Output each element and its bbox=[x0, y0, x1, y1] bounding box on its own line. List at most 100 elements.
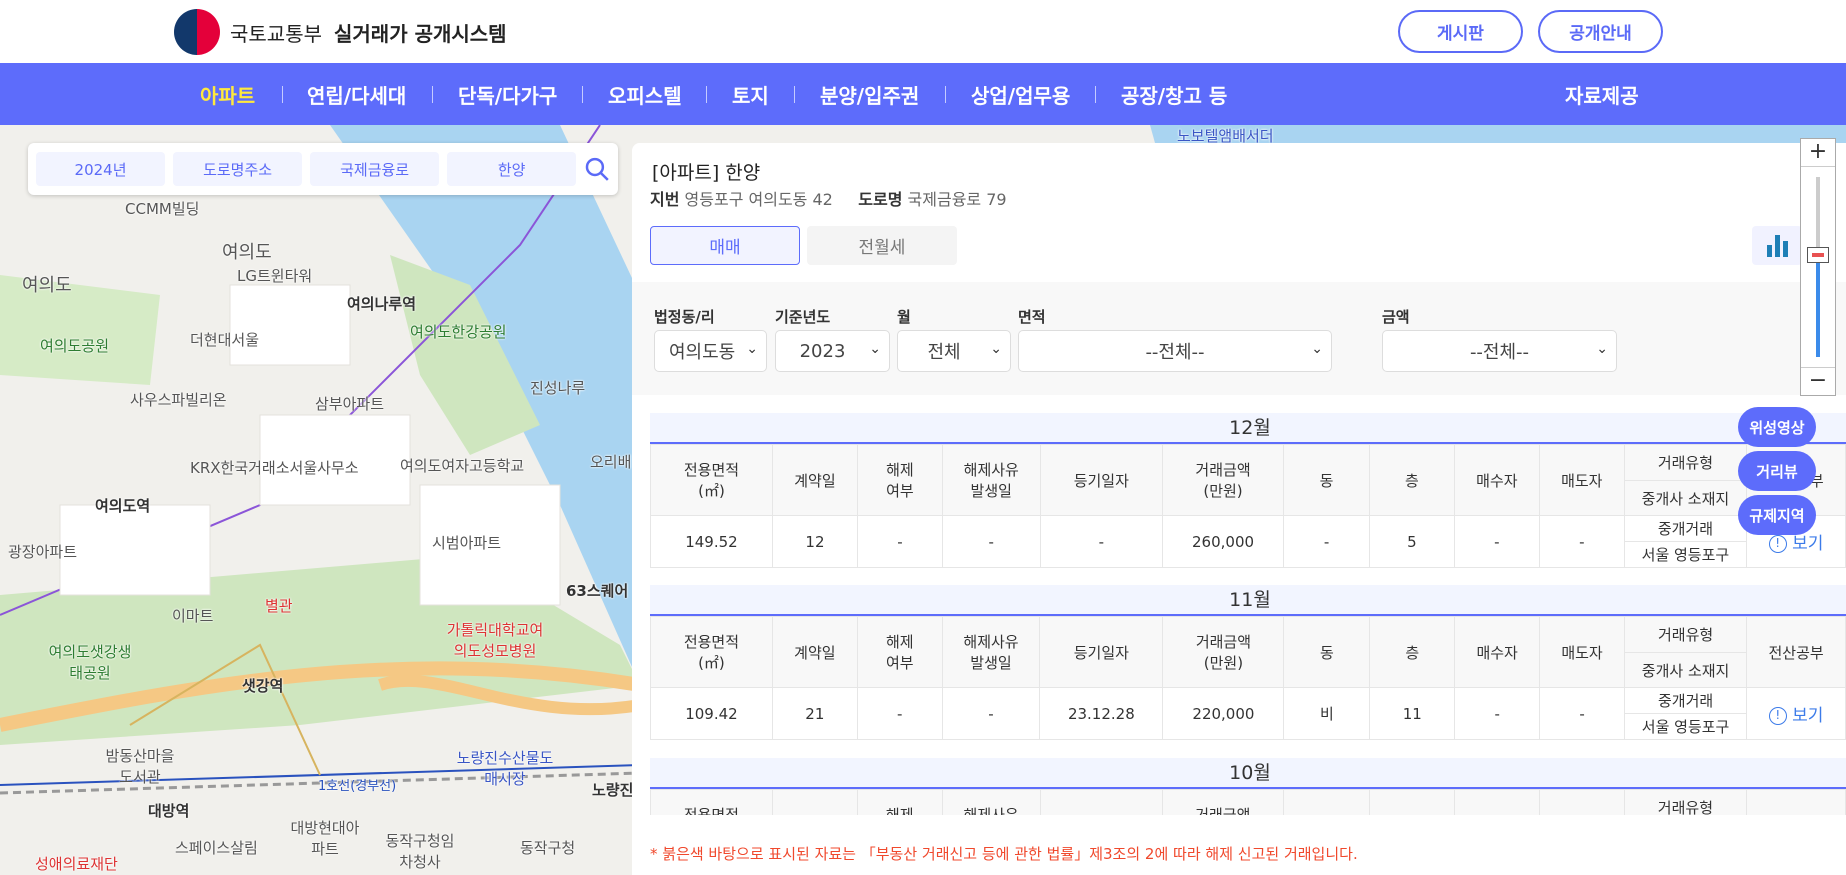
property-address: 지번 영등포구 여의도동 42 도로명 국제금융로 79 bbox=[650, 186, 1007, 210]
column-header: 전용면적 (㎡) bbox=[650, 616, 773, 688]
column-header: 등기일자 bbox=[1039, 444, 1163, 516]
property-card: [아파트] 한양 지번 영등포구 여의도동 42 도로명 국제금융로 79 매매… bbox=[632, 143, 1846, 282]
map-label: 삼부아파트 bbox=[315, 395, 385, 413]
column-header: 계약일 bbox=[771, 616, 858, 688]
zoom-in-button[interactable]: + bbox=[1801, 139, 1835, 167]
search-icon[interactable] bbox=[584, 156, 610, 182]
nav-presale[interactable]: 분양/입주권 bbox=[820, 80, 919, 109]
cell-reg: 23.12.28 bbox=[1039, 687, 1164, 740]
month-value: 전체 bbox=[927, 342, 961, 363]
road-chip[interactable]: 국제금융로 bbox=[310, 152, 440, 186]
month-select[interactable]: 전체 ⌄ bbox=[897, 330, 1011, 372]
nav-divider bbox=[1095, 86, 1096, 103]
year-value: 2023 bbox=[799, 340, 846, 362]
table-clip: 전용면적 (㎡)계약일해제 여부해제사유 발생일등기일자거래금액 (만원)동층매… bbox=[632, 789, 1846, 815]
satellite-button[interactable]: 위성영상 bbox=[1738, 407, 1816, 447]
tab-lease[interactable]: 전월세 bbox=[807, 226, 957, 265]
block bbox=[229, 284, 351, 366]
month-header: 10월 bbox=[650, 758, 1846, 789]
map-label: 광장아파트 bbox=[8, 543, 78, 561]
road-value: 국제금융로 79 bbox=[907, 190, 1007, 209]
info-icon: ! bbox=[1768, 535, 1787, 553]
cell-price: 260,000 bbox=[1161, 515, 1285, 568]
nav-detached[interactable]: 단독/다가구 bbox=[458, 80, 557, 109]
column-header: 동 bbox=[1283, 444, 1370, 516]
complex-chip[interactable]: 한양 bbox=[447, 152, 577, 186]
chevron-down-icon: ⌄ bbox=[1311, 341, 1323, 357]
guide-button[interactable]: 공개안내 bbox=[1538, 10, 1663, 53]
cancellation-note: * 붉은색 바탕으로 표시된 자료는 「부동산 거래신고 등에 관한 법률」제3… bbox=[650, 845, 1358, 863]
nav-data-provision[interactable]: 자료제공 bbox=[1565, 80, 1639, 109]
column-header: 전산공부 bbox=[1746, 616, 1846, 688]
view-label: 보기 bbox=[1792, 706, 1824, 726]
org-name: 국토교통부 bbox=[230, 22, 322, 46]
system-name: 실거래가 공개시스템 bbox=[334, 22, 507, 46]
zoom-slider-handle[interactable] bbox=[1807, 247, 1829, 263]
chevron-down-icon: ⌄ bbox=[869, 341, 881, 357]
nav-factory[interactable]: 공장/창고 등 bbox=[1121, 80, 1227, 109]
filter-label-area: 면적 bbox=[1018, 308, 1046, 326]
column-header: 전용면적 (㎡) bbox=[650, 789, 773, 815]
site-title[interactable]: 국토교통부 실거래가 공개시스템 bbox=[230, 18, 507, 47]
board-button[interactable]: 게시판 bbox=[1398, 10, 1523, 53]
column-header: 층 bbox=[1368, 444, 1455, 516]
table-header-row: 전용면적 (㎡)계약일해제 여부해제사유 발생일등기일자거래금액 (만원)동층매… bbox=[650, 444, 1846, 516]
map-label: 여의도 bbox=[222, 242, 272, 263]
table-row[interactable]: 109.42 21- -23.12.28 220,000 비 11- - 중개거래! 보기 bbox=[650, 687, 1846, 740]
filter-label-month: 월 bbox=[897, 308, 911, 326]
map-label: 여의나루역 bbox=[347, 295, 417, 313]
address-type-chip[interactable]: 도로명주소 bbox=[173, 152, 303, 186]
column-header: 거래금액 (만원) bbox=[1161, 444, 1285, 516]
year-select[interactable]: 2023 ⌄ bbox=[775, 330, 890, 372]
map-label: 여의도샛강생태공원 bbox=[48, 643, 132, 682]
map-label: 63스퀘어 bbox=[566, 582, 629, 600]
month-header: 12월 bbox=[650, 413, 1846, 444]
column-header: 중개사 소재지 bbox=[1623, 652, 1748, 688]
map-label: 노량진 bbox=[592, 781, 634, 799]
year-chip[interactable]: 2024년 bbox=[36, 152, 166, 186]
transactions-table: 전용면적 (㎡)계약일해제 여부해제사유 발생일등기일자거래금액 (만원)동층매… bbox=[650, 789, 1846, 815]
tab-sale[interactable]: 매매 bbox=[650, 226, 800, 265]
price-select[interactable]: --전체-- ⌄ bbox=[1382, 330, 1617, 372]
column-header: 해제 여부 bbox=[856, 616, 943, 688]
table-row[interactable]: 149.52 12- - -260,000-5- - 중개거래! 보기 bbox=[650, 515, 1846, 568]
cell-agent-location: 서울 영등포구 bbox=[1623, 541, 1748, 568]
dong-value: 여의도동 bbox=[669, 342, 736, 363]
cell-cancel: - bbox=[856, 515, 943, 568]
nav-rowhouse[interactable]: 연립/다세대 bbox=[307, 80, 406, 109]
map-label: 샛강역 bbox=[242, 677, 284, 695]
nav-divider bbox=[432, 86, 433, 103]
area-select[interactable]: --전체-- ⌄ bbox=[1018, 330, 1332, 372]
map-label: 시범아파트 bbox=[432, 534, 502, 552]
street-view-button[interactable]: 거리뷰 bbox=[1738, 451, 1816, 491]
dong-select[interactable]: 여의도동 ⌄ bbox=[654, 330, 767, 372]
view-record-link[interactable]: ! 보기 bbox=[1746, 687, 1846, 740]
column-header: 해제사유 발생일 bbox=[941, 616, 1041, 688]
map-label: KRX한국거래소서울사무소 bbox=[190, 459, 359, 477]
transactions-table: 전용면적 (㎡)계약일해제 여부해제사유 발생일등기일자거래금액 (만원)동층매… bbox=[650, 444, 1846, 568]
column-header: 매수자 bbox=[1454, 616, 1541, 688]
chevron-down-icon: ⌄ bbox=[746, 341, 758, 357]
nav-commercial[interactable]: 상업/업무용 bbox=[971, 80, 1070, 109]
column-header: 해제 여부 bbox=[856, 444, 943, 516]
table-header-row: 전용면적 (㎡)계약일해제 여부해제사유 발생일등기일자거래금액 (만원)동층매… bbox=[650, 616, 1846, 688]
zoom-out-button[interactable]: − bbox=[1801, 367, 1835, 395]
cell-dong: - bbox=[1283, 515, 1370, 568]
zoom-control: + − bbox=[1800, 138, 1836, 396]
nav-officetel[interactable]: 오피스텔 bbox=[608, 80, 682, 109]
cell-floor: 11 bbox=[1369, 687, 1456, 740]
chart-icon[interactable] bbox=[1752, 226, 1802, 265]
regulation-area-button[interactable]: 규제지역 bbox=[1738, 495, 1816, 535]
government-logo-icon[interactable] bbox=[174, 9, 220, 55]
nav-apartment[interactable]: 아파트 bbox=[200, 80, 255, 109]
column-header: 거래금액 (만원) bbox=[1162, 789, 1284, 815]
nav-land[interactable]: 토지 bbox=[732, 80, 769, 109]
transactions-table: 전용면적 (㎡)계약일해제 여부해제사유 발생일등기일자거래금액 (만원)동층매… bbox=[650, 616, 1846, 740]
cell-day: 12 bbox=[771, 515, 858, 568]
nav-divider bbox=[706, 86, 707, 103]
cell-trade-type: 중개거래 bbox=[1623, 515, 1748, 542]
info-icon: ! bbox=[1768, 707, 1787, 725]
map-label: 오리배 bbox=[590, 453, 632, 471]
price-value: --전체-- bbox=[1469, 342, 1530, 363]
cell-agent-location: 서울 영등포구 bbox=[1623, 713, 1748, 740]
